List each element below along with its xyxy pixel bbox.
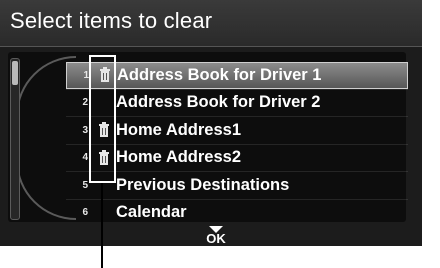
ok-button[interactable]: OK bbox=[196, 226, 236, 246]
item-number: 1 bbox=[83, 69, 89, 81]
item-list: 1 Address Book for Driver 1 2 Address Bo… bbox=[66, 62, 408, 226]
item-label: Home Address1 bbox=[116, 120, 242, 139]
ok-label: OK bbox=[206, 231, 226, 246]
navigation-screen: Select items to clear 1 Address Book for… bbox=[0, 0, 422, 246]
item-label: Previous Destinations bbox=[116, 175, 290, 194]
title-bar: Select items to clear bbox=[0, 0, 422, 47]
item-number: 2 bbox=[82, 97, 88, 109]
list-item[interactable]: 5 Previous Destinations bbox=[66, 171, 408, 199]
callout-box bbox=[89, 55, 116, 183]
item-number: 4 bbox=[82, 152, 88, 164]
scrollbar[interactable] bbox=[10, 58, 20, 220]
list-item[interactable]: 1 Address Book for Driver 1 bbox=[66, 62, 408, 89]
scroll-thumb[interactable] bbox=[12, 61, 18, 85]
item-number: 3 bbox=[82, 124, 88, 136]
item-number: 6 bbox=[82, 207, 88, 219]
list-item[interactable]: 6 Calendar bbox=[66, 198, 408, 227]
empty-icon-slot bbox=[94, 203, 114, 223]
page-title: Select items to clear bbox=[10, 8, 213, 33]
page-margin bbox=[422, 0, 440, 268]
list-item[interactable]: 2 Address Book for Driver 2 bbox=[66, 88, 408, 117]
callout-line bbox=[101, 183, 103, 268]
item-label: Calendar bbox=[116, 203, 187, 222]
item-number: 5 bbox=[82, 179, 88, 191]
item-label: Address Book for Driver 1 bbox=[117, 65, 322, 84]
list-item[interactable]: 4 Home Address2 bbox=[66, 143, 408, 172]
list-item[interactable]: 3 Home Address1 bbox=[66, 116, 408, 144]
item-label: Home Address2 bbox=[116, 148, 242, 167]
item-label: Address Book for Driver 2 bbox=[116, 93, 321, 112]
